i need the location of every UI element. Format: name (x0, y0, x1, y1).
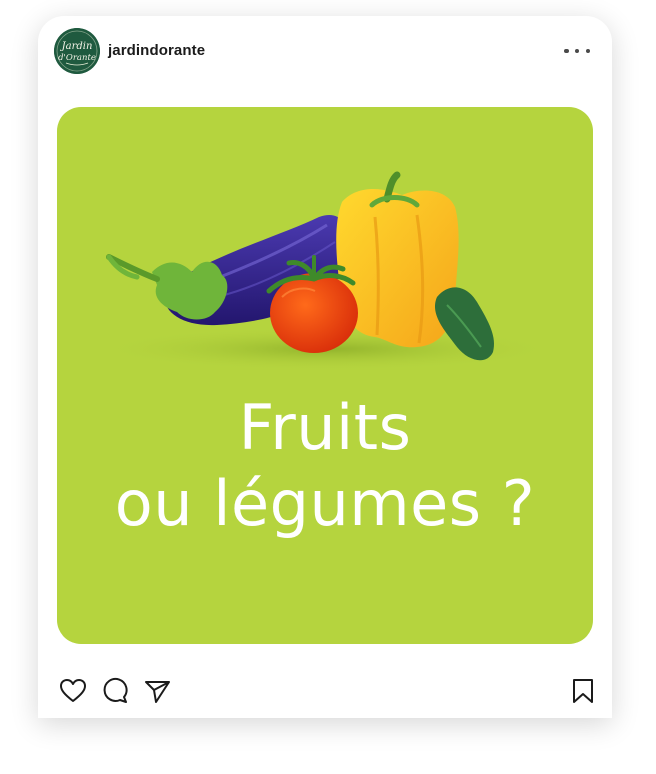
heart-icon[interactable] (58, 676, 88, 706)
avatar[interactable]: Jardin d'Orante (54, 28, 100, 74)
post-actions (38, 676, 612, 708)
username[interactable]: jardindorante (108, 42, 205, 59)
bookmark-icon[interactable] (568, 676, 598, 706)
post-header: Jardin d'Orante jardindorante (38, 16, 612, 88)
brand-logo: Jardin d'Orante (54, 28, 100, 74)
vegetables-illustration (97, 171, 557, 371)
svg-text:d'Orante: d'Orante (58, 53, 96, 63)
svg-text:Jardin: Jardin (60, 41, 93, 52)
comment-icon[interactable] (100, 676, 130, 706)
post-image[interactable]: Fruits ou légumes ? (57, 107, 593, 644)
headline-line-1: Fruits (238, 391, 412, 464)
headline-line-2: ou légumes ? (114, 467, 536, 540)
post-card: Jardin d'Orante jardindorante Fruits ou … (38, 16, 612, 718)
post-headline: Fruits ou légumes ? (57, 390, 593, 542)
more-horizontal-icon[interactable] (564, 42, 590, 60)
send-icon[interactable] (142, 676, 172, 706)
